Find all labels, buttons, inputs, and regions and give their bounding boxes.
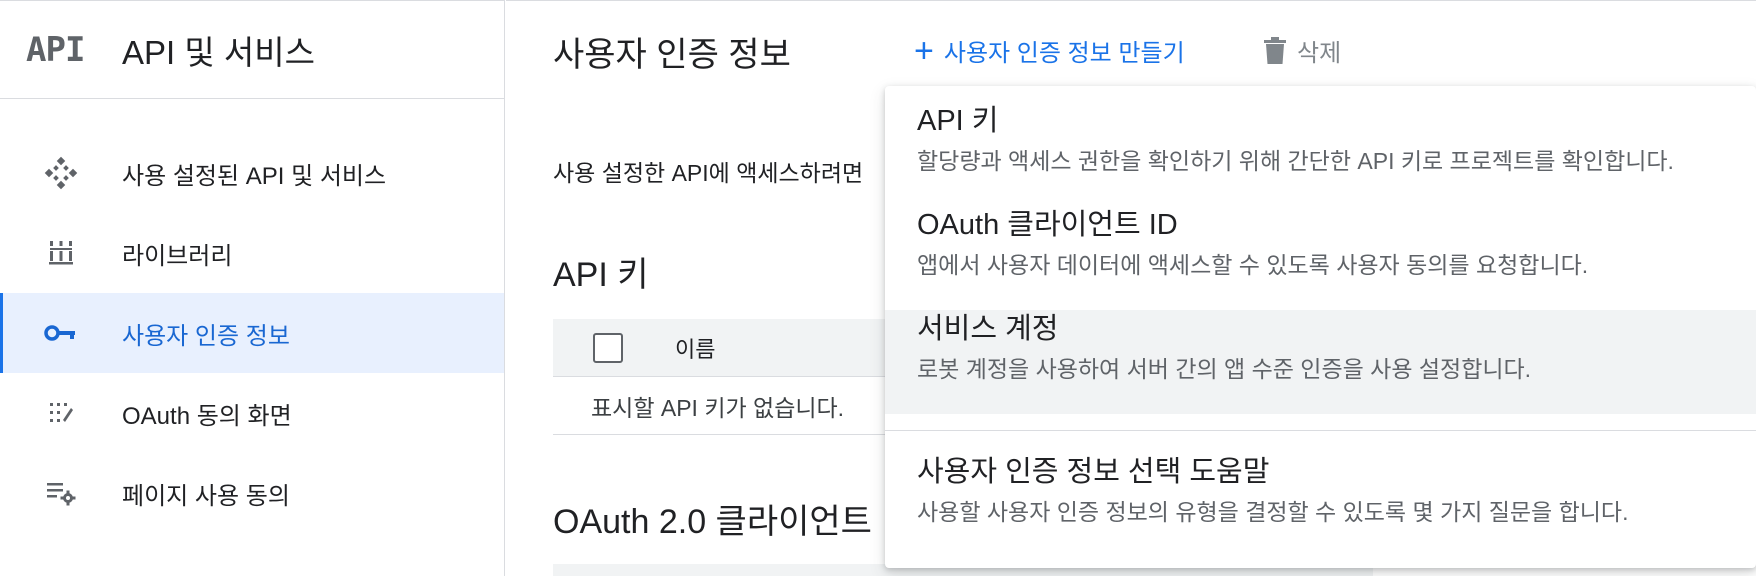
product-title: API 및 서비스: [122, 33, 315, 71]
api-logo: API: [26, 29, 85, 70]
delete-label: 삭제: [1297, 40, 1342, 67]
create-credentials-button[interactable]: + 사용자 인증 정보 만들기: [914, 33, 1185, 68]
api-keys-heading: API 키: [553, 256, 649, 294]
menu-item-title: API 키: [917, 105, 999, 137]
sidebar-item-label: 사용 설정된 API 및 서비스: [122, 162, 387, 190]
sidebar-item-oauth-consent[interactable]: OAuth 동의 화면: [0, 373, 504, 453]
key-icon: [0, 323, 122, 343]
sidebar-item-label: 라이브러리: [122, 242, 233, 270]
menu-divider: [885, 430, 1756, 431]
sidebar-nav: 사용 설정된 API 및 서비스 라이브러리 사용자 인증 정보 OAuth 동…: [0, 99, 504, 533]
delete-button[interactable]: 삭제: [1263, 33, 1341, 68]
consent-screen-icon: [0, 398, 122, 428]
library-icon: [0, 238, 122, 268]
trash-icon: [1264, 36, 1286, 64]
column-header-name[interactable]: 이름: [675, 332, 715, 364]
menu-item-desc: 할당량과 액세스 권한을 확인하기 위해 간단한 API 키로 프로젝트를 확인…: [917, 148, 1674, 174]
plus-icon: +: [914, 31, 934, 70]
sidebar-item-credentials[interactable]: 사용자 인증 정보: [0, 293, 504, 373]
menu-item-oauth-client-id[interactable]: OAuth 클라이언트 ID 앱에서 사용자 데이터에 액세스할 수 있도록 사…: [885, 206, 1756, 310]
menu-item-desc: 로봇 계정을 사용하여 서버 간의 앱 수준 인증을 사용 설정합니다.: [917, 356, 1532, 382]
menu-item-desc: 앱에서 사용자 데이터에 액세스할 수 있도록 사용자 동의를 요청합니다.: [917, 252, 1589, 278]
toolbar: 사용자 인증 정보 + 사용자 인증 정보 만들기 삭제: [506, 1, 1756, 99]
sidebar-header: API API 및 서비스: [0, 1, 504, 99]
sidebar-item-label: 사용자 인증 정보: [122, 322, 290, 350]
page-usage-settings-icon: [0, 478, 122, 508]
sidebar: API API 및 서비스 사용 설정된 API 및 서비스 라이브러리 사용자…: [0, 0, 505, 576]
menu-item-title: 사용자 인증 정보 선택 도움말: [917, 456, 1270, 488]
sidebar-item-label: 페이지 사용 동의: [122, 482, 290, 510]
intro-text: 사용 설정한 API에 액세스하려면: [553, 160, 864, 186]
select-all-checkbox[interactable]: [593, 332, 623, 363]
enabled-apis-icon: [0, 156, 122, 190]
page-title: 사용자 인증 정보: [553, 36, 791, 74]
app-root: API API 및 서비스 사용 설정된 API 및 서비스 라이브러리 사용자…: [0, 0, 1756, 576]
sidebar-item-page-usage[interactable]: 페이지 사용 동의: [0, 453, 504, 533]
sidebar-item-library[interactable]: 라이브러리: [0, 213, 504, 293]
menu-item-title: 서비스 계정: [917, 313, 1059, 345]
menu-item-service-account[interactable]: 서비스 계정 로봇 계정을 사용하여 서버 간의 앱 수준 인증을 사용 설정합…: [885, 310, 1756, 414]
sidebar-item-enabled-apis[interactable]: 사용 설정된 API 및 서비스: [0, 133, 504, 213]
menu-item-desc: 사용할 사용자 인증 정보의 유형을 결정할 수 있도록 몇 가지 질문을 합니…: [917, 499, 1629, 525]
oauth-clients-heading: OAuth 2.0 클라이언트: [553, 503, 872, 541]
create-credentials-label: 사용자 인증 정보 만들기: [943, 40, 1185, 67]
sidebar-item-label: OAuth 동의 화면: [122, 402, 292, 430]
menu-item-title: OAuth 클라이언트 ID: [917, 209, 1178, 241]
menu-item-api-key[interactable]: API 키 할당량과 액세스 권한을 확인하기 위해 간단한 API 키로 프로…: [885, 102, 1756, 206]
menu-item-help-me-choose[interactable]: 사용자 인증 정보 선택 도움말 사용할 사용자 인증 정보의 유형을 결정할 …: [885, 453, 1756, 557]
create-credentials-menu: API 키 할당량과 액세스 권한을 확인하기 위해 간단한 API 키로 프로…: [885, 86, 1756, 568]
